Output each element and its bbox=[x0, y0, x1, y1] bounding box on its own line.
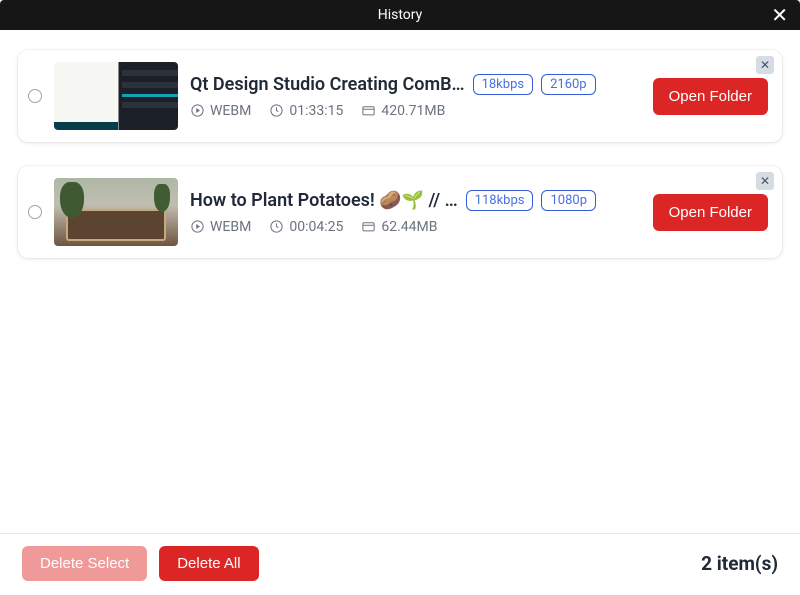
history-item: How to Plant Potatoes! 🥔🌱 // … 118kbps 1… bbox=[18, 166, 782, 258]
open-folder-button[interactable]: Open Folder bbox=[653, 78, 768, 115]
clock-icon bbox=[269, 219, 284, 234]
clock-icon bbox=[269, 103, 284, 118]
size-label: 420.71MB bbox=[381, 103, 445, 119]
play-icon bbox=[190, 103, 205, 118]
delete-select-button[interactable]: Delete Select bbox=[22, 546, 147, 581]
play-icon bbox=[190, 219, 205, 234]
footer: Delete Select Delete All 2 item(s) bbox=[0, 533, 800, 595]
window-title: History bbox=[378, 7, 423, 23]
close-icon[interactable]: ✕ bbox=[765, 3, 794, 27]
thumbnail bbox=[54, 62, 178, 130]
item-body: Qt Design Studio Creating ComB… 18kbps 2… bbox=[190, 74, 641, 119]
item-title: How to Plant Potatoes! 🥔🌱 // … bbox=[190, 190, 458, 211]
bitrate-badge: 18kbps bbox=[473, 74, 534, 95]
duration-label: 00:04:25 bbox=[289, 219, 343, 235]
remove-item-icon[interactable]: ✕ bbox=[756, 172, 774, 190]
select-checkbox[interactable] bbox=[28, 89, 42, 103]
history-list: Qt Design Studio Creating ComB… 18kbps 2… bbox=[0, 30, 800, 533]
folder-icon bbox=[361, 219, 376, 234]
format-label: WEBM bbox=[210, 103, 251, 119]
item-count: 2 item(s) bbox=[701, 552, 778, 575]
item-title: Qt Design Studio Creating ComB… bbox=[190, 74, 465, 95]
resolution-badge: 2160p bbox=[541, 74, 596, 95]
select-checkbox[interactable] bbox=[28, 205, 42, 219]
resolution-badge: 1080p bbox=[541, 190, 596, 211]
size-label: 62.44MB bbox=[381, 219, 437, 235]
history-item: Qt Design Studio Creating ComB… 18kbps 2… bbox=[18, 50, 782, 142]
thumbnail bbox=[54, 178, 178, 246]
duration-label: 01:33:15 bbox=[289, 103, 343, 119]
titlebar: History ✕ bbox=[0, 0, 800, 30]
open-folder-button[interactable]: Open Folder bbox=[653, 194, 768, 231]
remove-item-icon[interactable]: ✕ bbox=[756, 56, 774, 74]
bitrate-badge: 118kbps bbox=[466, 190, 534, 211]
folder-icon bbox=[361, 103, 376, 118]
format-label: WEBM bbox=[210, 219, 251, 235]
delete-all-button[interactable]: Delete All bbox=[159, 546, 258, 581]
item-body: How to Plant Potatoes! 🥔🌱 // … 118kbps 1… bbox=[190, 190, 641, 235]
